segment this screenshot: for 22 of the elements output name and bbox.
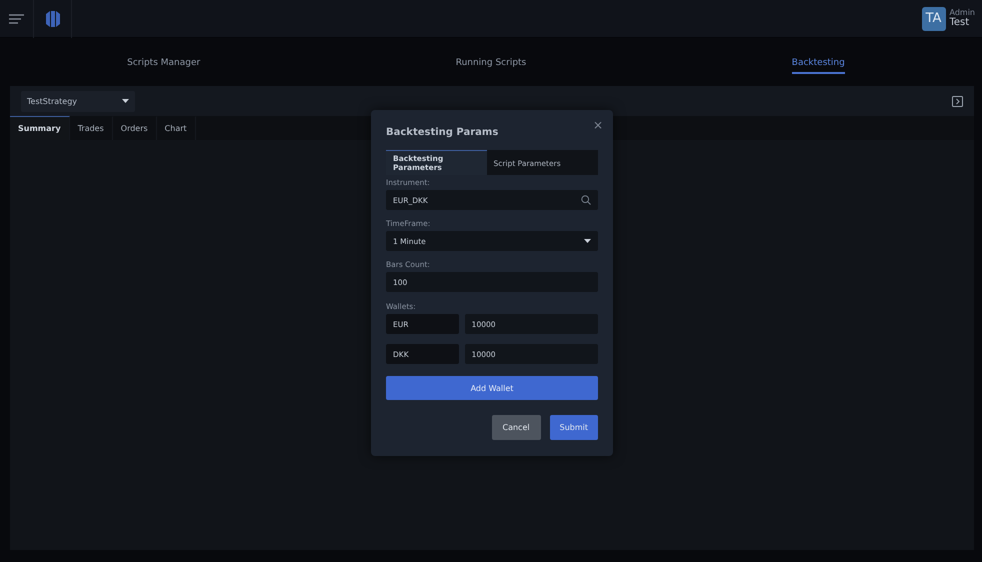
caret-icon bbox=[122, 99, 129, 103]
result-tab[interactable]: Orders bbox=[112, 116, 157, 140]
result-tab[interactable]: Summary bbox=[10, 116, 70, 140]
nav-tab[interactable]: Running Scripts bbox=[327, 49, 655, 79]
nav-tab[interactable]: Scripts Manager bbox=[0, 49, 328, 79]
cancel-button[interactable]: Cancel bbox=[492, 415, 541, 440]
logo-icon bbox=[44, 10, 60, 28]
dialog-title: Backtesting Params bbox=[386, 127, 500, 138]
strategy-select[interactable]: TestStrategy bbox=[21, 90, 135, 112]
user-name: Test bbox=[950, 17, 970, 28]
user-avatar[interactable]: TA bbox=[922, 6, 946, 30]
add-wallet-button[interactable]: Add Wallet bbox=[386, 376, 598, 400]
user-role: Admin bbox=[950, 8, 975, 18]
caret-icon bbox=[584, 239, 591, 243]
nav-tab[interactable]: Backtesting bbox=[654, 49, 982, 79]
search-icon bbox=[581, 195, 591, 205]
menu-icon bbox=[9, 14, 24, 24]
panel-toggle-icon[interactable] bbox=[952, 96, 963, 106]
result-tab[interactable]: Trades bbox=[70, 116, 113, 140]
result-tab[interactable]: Chart bbox=[156, 116, 196, 140]
close-button[interactable]: × bbox=[590, 116, 605, 134]
submit-button[interactable]: Submit bbox=[550, 415, 598, 440]
